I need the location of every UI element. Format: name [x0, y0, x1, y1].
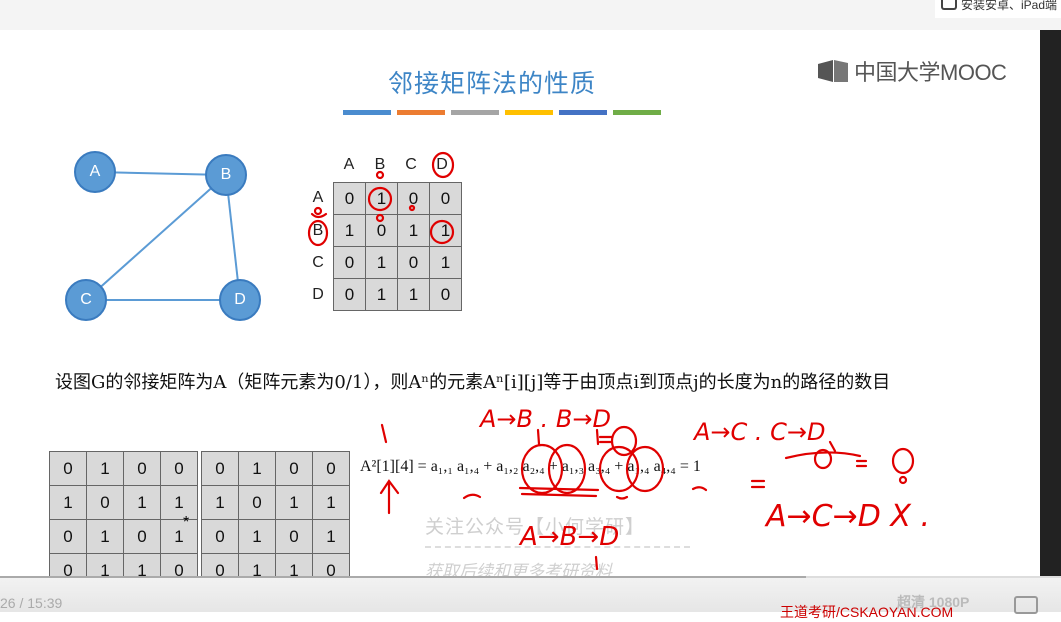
- quality-selector[interactable]: 超清 1080P: [897, 592, 969, 612]
- circle-annotation: [625, 445, 665, 493]
- handwriting-annotations: A→B . B→D A→C . C→D A→B→D A→C→D X .: [307, 151, 930, 571]
- handwritten-ac-cd: A→C . C→D: [692, 418, 826, 446]
- circle-annotation: [547, 443, 587, 495]
- screenshot-icon[interactable]: [1014, 596, 1038, 614]
- handwritten-ab-bd: A→B . B→D: [478, 405, 611, 433]
- circle-annotation: [429, 219, 455, 245]
- circle-annotation: [367, 186, 393, 212]
- circle-annotation: [520, 443, 564, 495]
- player-controls: 26 / 15:39 王道考研/CSKAOYAN.COM 超清 1080P: [0, 578, 1061, 620]
- handwritten-acd: A→C→D X .: [764, 499, 930, 534]
- playback-time: 26 / 15:39: [0, 595, 63, 611]
- handwritten-abd: A→B→D: [518, 522, 619, 552]
- circle-annotation: [307, 219, 329, 247]
- circle-annotation: [431, 151, 455, 179]
